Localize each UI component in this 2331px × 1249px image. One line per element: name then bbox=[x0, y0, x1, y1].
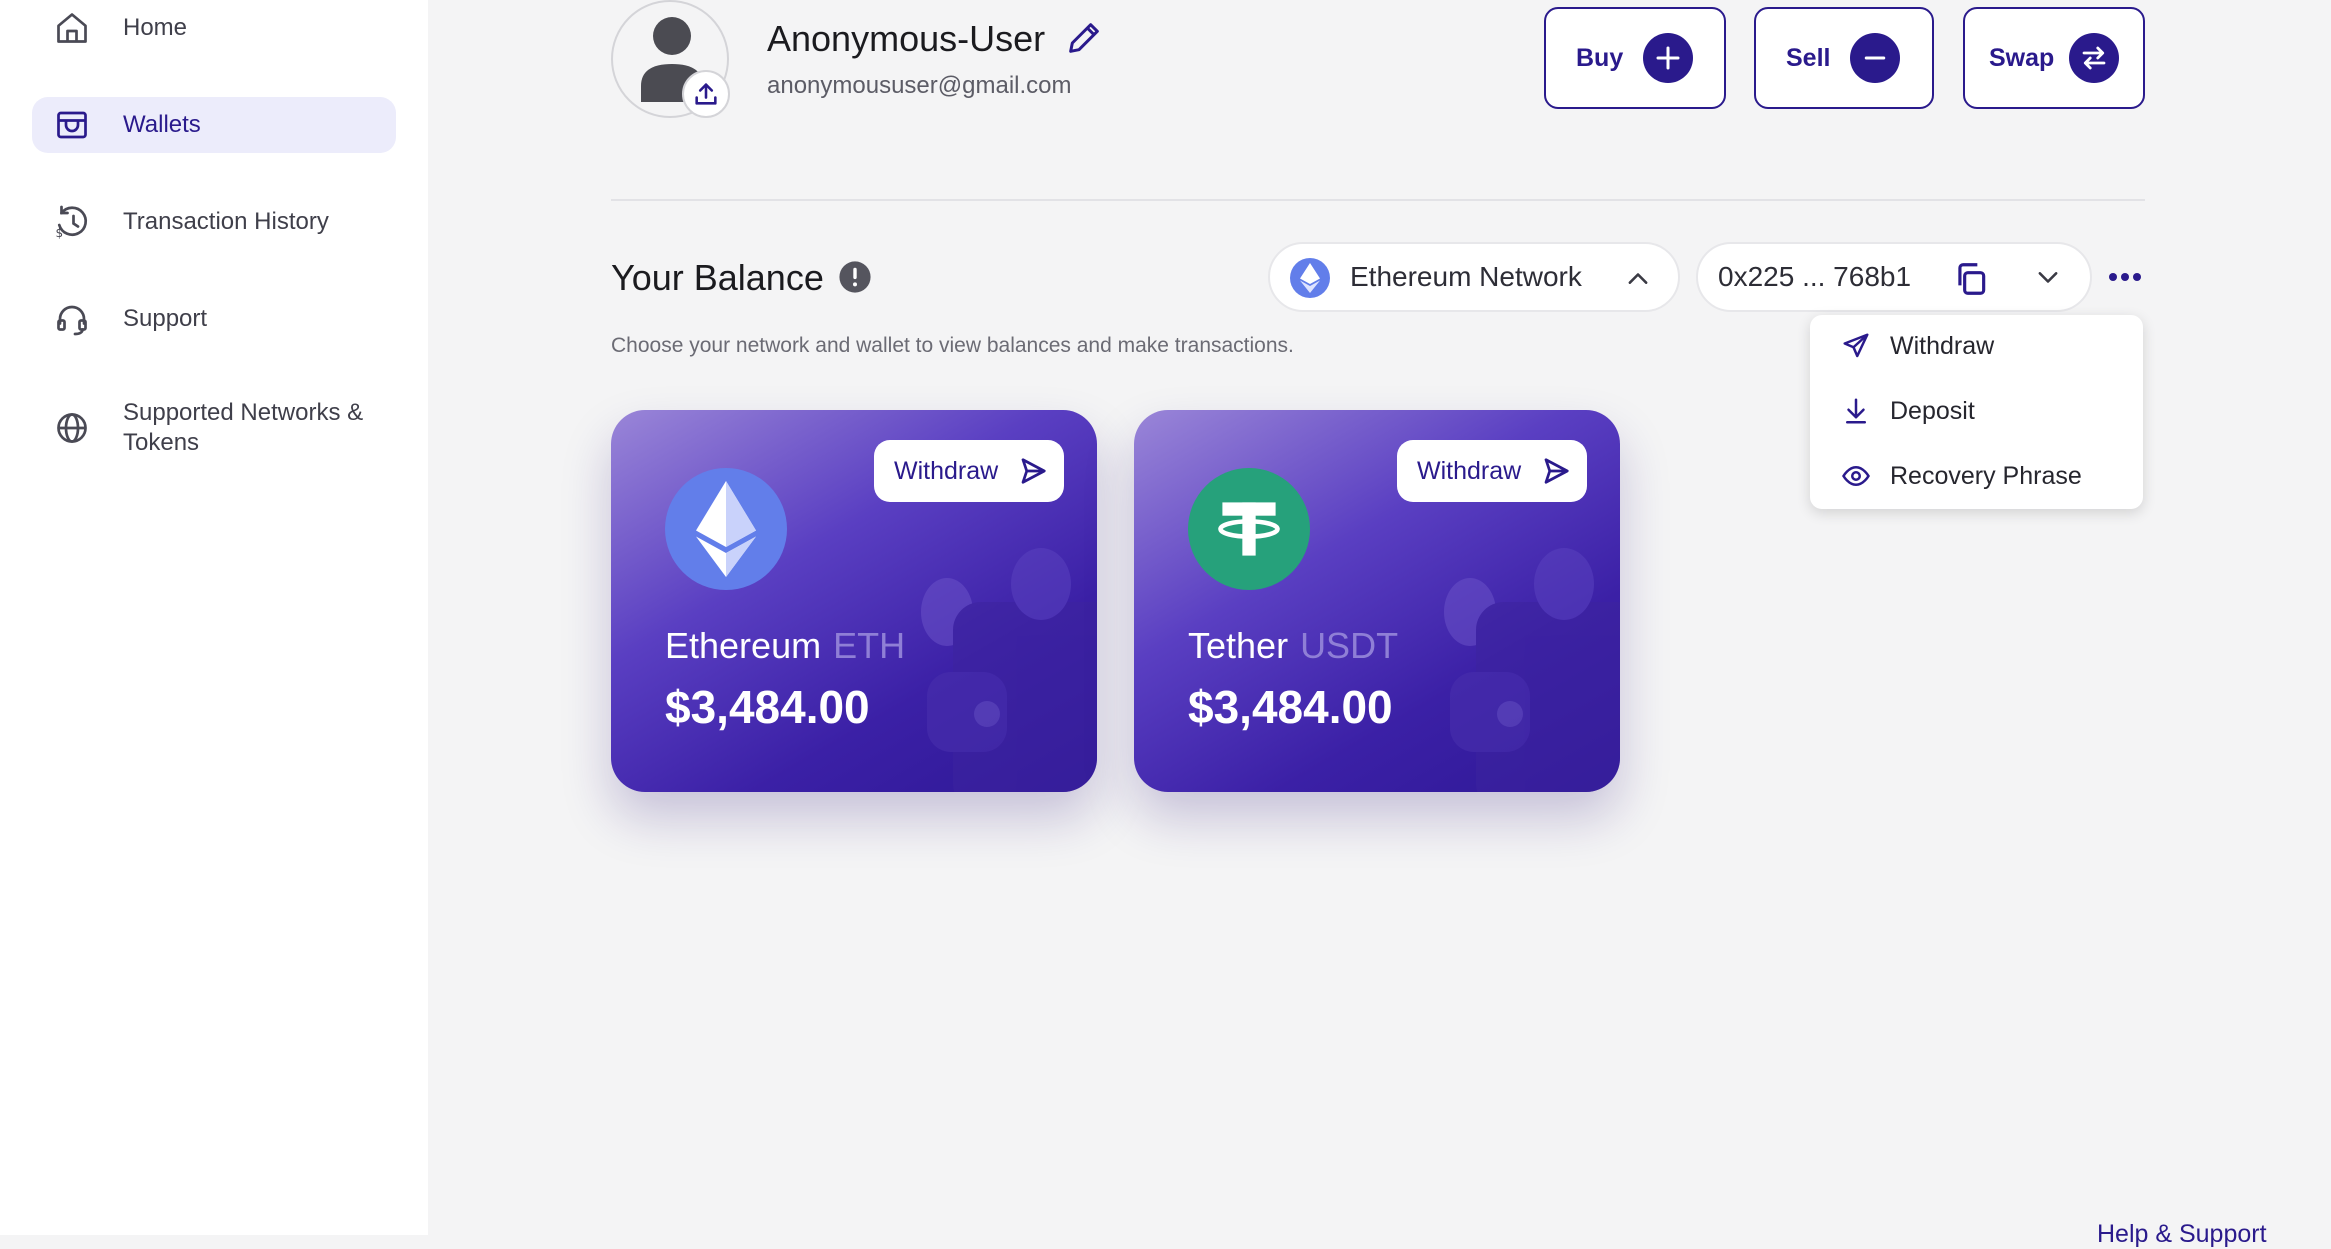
upload-photo-button[interactable] bbox=[682, 70, 730, 118]
swap-arrows-icon bbox=[2069, 33, 2119, 83]
sidebar-item-label: Transaction History bbox=[123, 208, 329, 235]
edit-pencil-icon[interactable] bbox=[1064, 18, 1104, 58]
token-symbol: USDT bbox=[1300, 625, 1399, 666]
history-icon: $ bbox=[54, 204, 90, 240]
withdraw-button-label: Withdraw bbox=[894, 456, 999, 485]
sidebar-item-home[interactable]: Home bbox=[32, 0, 396, 56]
svg-text:$: $ bbox=[56, 226, 64, 240]
send-arrow-icon bbox=[1018, 456, 1048, 486]
swap-button[interactable]: Swap bbox=[1963, 7, 2145, 109]
sell-button[interactable]: Sell bbox=[1754, 7, 1934, 109]
network-selector-label: Ethereum Network bbox=[1350, 261, 1582, 292]
send-icon bbox=[1840, 330, 1872, 362]
balance-subtitle: Choose your network and wallet to view b… bbox=[611, 334, 1294, 357]
headset-icon bbox=[54, 301, 90, 337]
upload-icon bbox=[695, 83, 717, 105]
sell-button-label: Sell bbox=[1786, 43, 1831, 72]
menu-item-recovery-phrase[interactable]: Recovery Phrase bbox=[1810, 445, 2143, 507]
plus-icon bbox=[1643, 33, 1693, 83]
sidebar: Home Wallets $ Transaction History Suppo… bbox=[0, 0, 428, 1235]
balance-title: Your Balance bbox=[611, 257, 824, 298]
globe-icon bbox=[54, 410, 90, 446]
menu-item-deposit[interactable]: Deposit bbox=[1810, 380, 2143, 442]
send-arrow-icon bbox=[1541, 456, 1571, 486]
token-name: Tether USDT bbox=[1188, 625, 1399, 666]
token-balance: $3,484.00 bbox=[665, 681, 870, 733]
withdraw-button[interactable]: Withdraw bbox=[874, 440, 1064, 502]
chevron-up-icon bbox=[1622, 264, 1654, 297]
withdraw-button-label: Withdraw bbox=[1417, 456, 1522, 485]
wallet-selector[interactable]: 0x225 ... 768b1 bbox=[1696, 242, 2092, 312]
minus-icon bbox=[1850, 33, 1900, 83]
sidebar-item-label: Wallets bbox=[123, 111, 201, 138]
buy-button-label: Buy bbox=[1576, 43, 1624, 72]
info-icon[interactable] bbox=[838, 260, 872, 294]
withdraw-button[interactable]: Withdraw bbox=[1397, 440, 1587, 502]
token-symbol: ETH bbox=[833, 625, 906, 666]
sidebar-item-wallets[interactable]: Wallets bbox=[32, 97, 396, 153]
tether-icon bbox=[1188, 468, 1310, 590]
buy-button[interactable]: Buy bbox=[1544, 7, 1726, 109]
home-icon bbox=[54, 10, 90, 46]
menu-item-label: Withdraw bbox=[1890, 331, 1995, 360]
token-card-ethereum[interactable]: Withdraw Ethereum ETH $3,484.00 bbox=[611, 410, 1097, 792]
chevron-down-icon bbox=[2032, 264, 2064, 297]
menu-item-label: Deposit bbox=[1890, 396, 1975, 425]
sidebar-item-label: Home bbox=[123, 14, 188, 41]
sidebar-item-transaction-history[interactable]: $ Transaction History bbox=[32, 194, 396, 250]
menu-item-withdraw[interactable]: Withdraw bbox=[1810, 315, 2143, 377]
sidebar-item-label: Support bbox=[123, 305, 208, 332]
sidebar-item-supported-networks[interactable]: Supported Networks & Tokens bbox=[32, 398, 396, 458]
wallet-decoration-icon bbox=[921, 548, 1097, 792]
sidebar-item-support[interactable]: Support bbox=[32, 291, 396, 347]
eye-icon bbox=[1840, 460, 1872, 492]
sidebar-item-label: Supported Networks & Tokens bbox=[123, 399, 364, 456]
more-options-icon[interactable] bbox=[2106, 262, 2144, 292]
swap-button-label: Swap bbox=[1989, 43, 2055, 72]
header-divider bbox=[611, 199, 2145, 201]
network-selector[interactable]: Ethereum Network bbox=[1268, 242, 1680, 312]
ethereum-icon bbox=[1290, 258, 1330, 298]
menu-item-label: Recovery Phrase bbox=[1890, 461, 2082, 490]
wallet-decoration-icon bbox=[1444, 548, 1620, 792]
user-email: anonymoususer@gmail.com bbox=[767, 72, 1072, 99]
token-card-tether[interactable]: Withdraw Tether USDT $3,484.00 bbox=[1134, 410, 1620, 792]
copy-icon[interactable] bbox=[1952, 260, 1990, 303]
download-icon bbox=[1840, 395, 1872, 427]
ethereum-icon bbox=[665, 468, 787, 590]
wallet-options-menu: Withdraw Deposit Recovery Phrase bbox=[1810, 315, 2143, 509]
user-name: Anonymous-User bbox=[767, 18, 1046, 59]
wallet-address: 0x225 ... 768b1 bbox=[1718, 261, 1912, 292]
wallet-icon bbox=[54, 107, 90, 143]
token-name: Ethereum ETH bbox=[665, 625, 906, 666]
token-balance: $3,484.00 bbox=[1188, 681, 1393, 733]
